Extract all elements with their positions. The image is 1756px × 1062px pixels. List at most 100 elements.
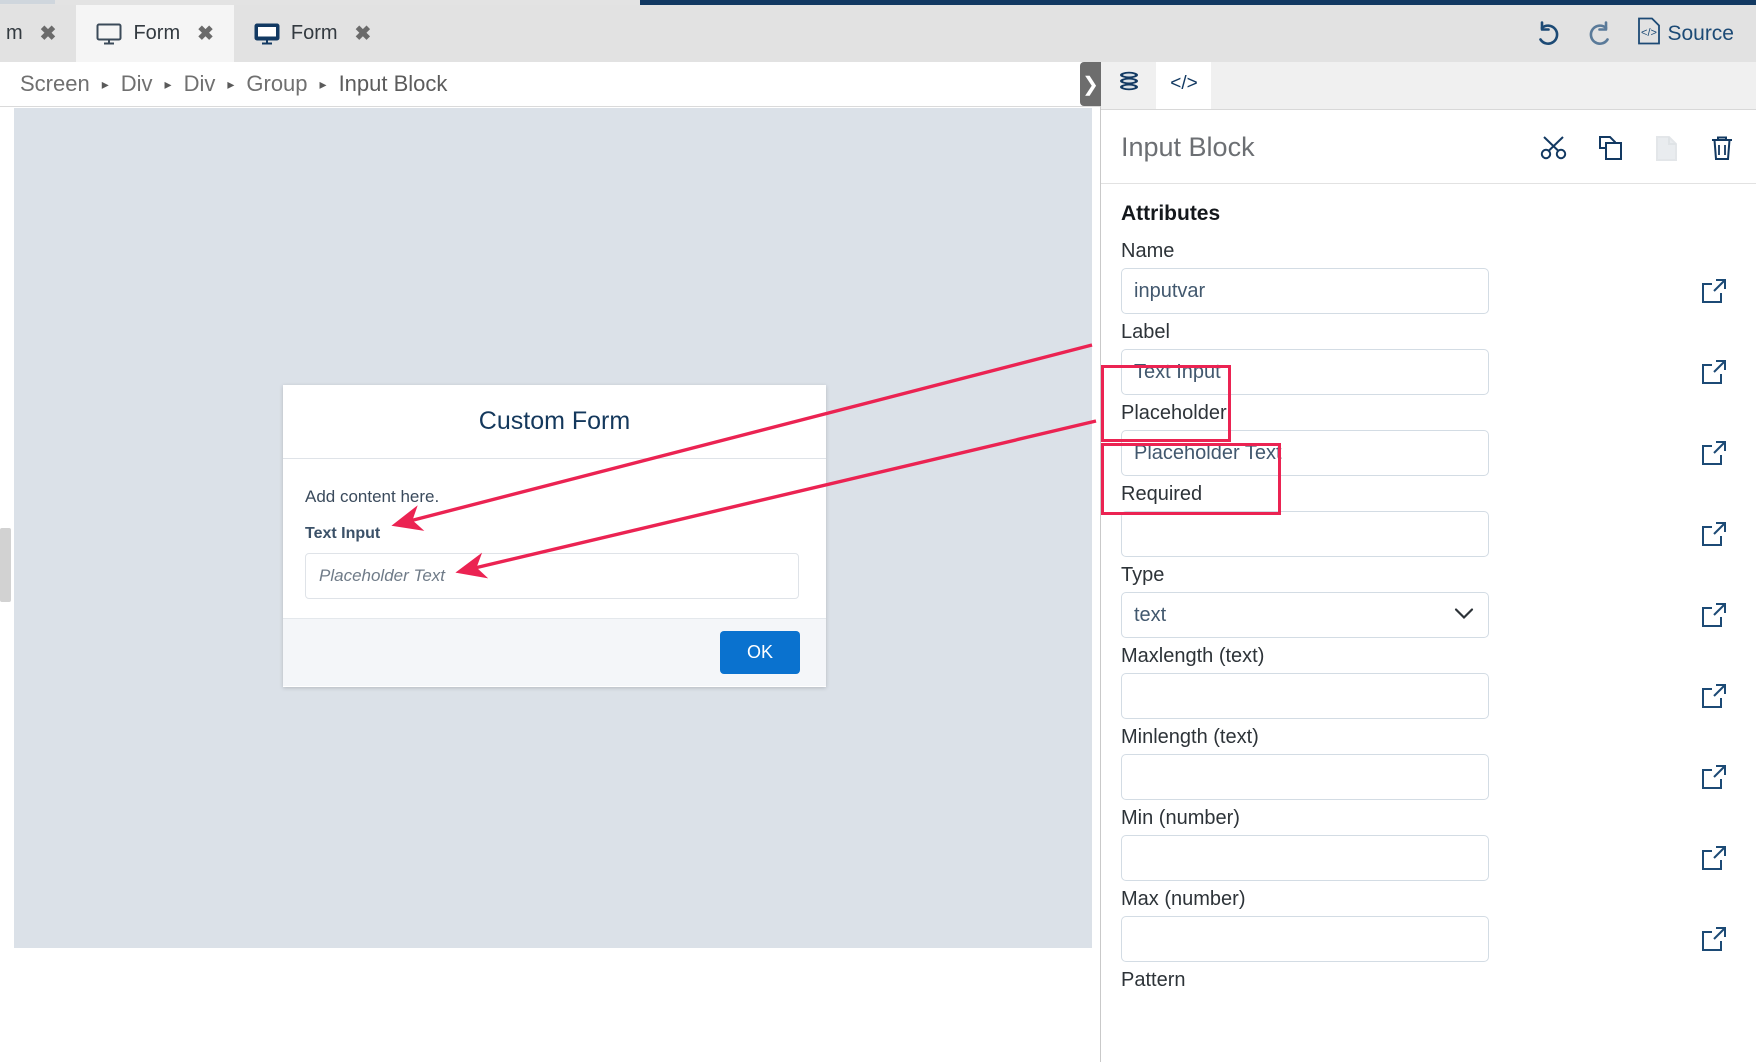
external-link-icon[interactable] bbox=[1692, 845, 1736, 881]
attr-label: Placeholder bbox=[1121, 402, 1692, 425]
copy-icon[interactable] bbox=[1596, 134, 1626, 162]
monitor-filled-icon bbox=[254, 23, 280, 45]
attr-row-name: Name inputvar bbox=[1121, 240, 1736, 314]
application-window: m ✖ Form ✖ Fo bbox=[0, 0, 1756, 1062]
redo-icon[interactable] bbox=[1585, 20, 1615, 48]
dialog-title: Custom Form bbox=[479, 407, 630, 436]
attr-row-pattern: Pattern bbox=[1121, 969, 1736, 997]
top-strip-left bbox=[0, 0, 55, 4]
chevron-down-icon bbox=[1454, 604, 1474, 627]
tab-close-icon[interactable]: ✖ bbox=[355, 24, 372, 44]
attr-label: Maxlength (text) bbox=[1121, 645, 1692, 668]
tab-item-2[interactable]: Form ✖ bbox=[234, 5, 391, 62]
attr-row-required: Required bbox=[1121, 483, 1736, 557]
panel-resize-handle[interactable] bbox=[0, 528, 11, 602]
breadcrumb-item-div-1[interactable]: Div bbox=[121, 71, 153, 97]
svg-text:</>: </> bbox=[1642, 27, 1658, 39]
attr-input-max[interactable] bbox=[1121, 916, 1489, 962]
panel-body: Attributes Name inputvar La bbox=[1101, 184, 1756, 1018]
breadcrumb-item-screen[interactable]: Screen bbox=[20, 71, 90, 97]
attr-input-maxlength[interactable] bbox=[1121, 673, 1489, 719]
tab-close-icon[interactable]: ✖ bbox=[40, 24, 57, 44]
attr-select-type[interactable]: text bbox=[1121, 592, 1489, 638]
attr-label: Min (number) bbox=[1121, 807, 1692, 830]
breadcrumb-separator: ▸ bbox=[320, 77, 327, 91]
attr-input-min[interactable] bbox=[1121, 835, 1489, 881]
delete-icon[interactable] bbox=[1708, 134, 1736, 162]
breadcrumb-item-input-block[interactable]: Input Block bbox=[339, 71, 448, 97]
attr-row-type: Type text bbox=[1121, 564, 1736, 638]
source-label: Source bbox=[1667, 22, 1734, 46]
database-icon bbox=[1115, 69, 1143, 102]
breadcrumb: Screen ▸ Div ▸ Div ▸ Group ▸ Input Block bbox=[0, 62, 1100, 107]
attr-label: Minlength (text) bbox=[1121, 726, 1692, 749]
panel-header: Input Block bbox=[1101, 110, 1756, 184]
dialog-header: Custom Form bbox=[283, 385, 826, 459]
tab-bar: m ✖ Form ✖ Fo bbox=[0, 5, 1756, 62]
panel-collapse-icon[interactable]: ❯ bbox=[1080, 62, 1101, 106]
attr-row-placeholder: Placeholder Placeholder Text bbox=[1121, 402, 1736, 476]
source-code-file-icon: </> bbox=[1637, 17, 1661, 51]
external-link-icon[interactable] bbox=[1692, 602, 1736, 638]
monitor-outline-icon bbox=[96, 23, 122, 45]
dialog-input-placeholder: Placeholder Text bbox=[319, 566, 445, 586]
attr-label: Label bbox=[1121, 321, 1692, 344]
attr-row-label: Label Text Input bbox=[1121, 321, 1736, 395]
paste-icon bbox=[1652, 134, 1682, 162]
tab-item-1[interactable]: Form ✖ bbox=[76, 5, 233, 62]
attr-input-placeholder[interactable]: Placeholder Text bbox=[1121, 430, 1489, 476]
design-canvas[interactable]: Custom Form Add content here. Text Input… bbox=[14, 108, 1092, 948]
attr-input-label[interactable]: Text Input bbox=[1121, 349, 1489, 395]
attr-label: Max (number) bbox=[1121, 888, 1692, 911]
attr-select-value: text bbox=[1134, 604, 1166, 627]
attr-label: Pattern bbox=[1121, 969, 1736, 992]
panel-title: Input Block bbox=[1121, 132, 1255, 163]
dialog-body-text: Add content here. bbox=[305, 487, 804, 507]
attributes-section-title: Attributes bbox=[1121, 202, 1736, 226]
attr-row-minlength: Minlength (text) bbox=[1121, 726, 1736, 800]
properties-panel: ❯ </> bbox=[1100, 62, 1756, 1062]
external-link-icon[interactable] bbox=[1692, 683, 1736, 719]
source-button[interactable]: </> Source bbox=[1637, 17, 1734, 51]
attr-input-minlength[interactable] bbox=[1121, 754, 1489, 800]
attr-row-min: Min (number) bbox=[1121, 807, 1736, 881]
external-link-icon[interactable] bbox=[1692, 359, 1736, 395]
external-link-icon[interactable] bbox=[1692, 278, 1736, 314]
attr-input-required[interactable] bbox=[1121, 511, 1489, 557]
attr-input-name[interactable]: inputvar bbox=[1121, 268, 1489, 314]
svg-text:</>: </> bbox=[1170, 73, 1197, 94]
breadcrumb-separator: ▸ bbox=[165, 77, 172, 91]
breadcrumb-separator: ▸ bbox=[102, 77, 109, 91]
breadcrumb-separator: ▸ bbox=[227, 77, 234, 91]
dialog-footer: OK bbox=[283, 618, 826, 686]
dialog-text-input[interactable]: Placeholder Text bbox=[305, 553, 799, 599]
ok-button[interactable]: OK bbox=[720, 631, 800, 674]
tab-close-icon[interactable]: ✖ bbox=[197, 24, 214, 44]
tab-bar-actions: </> Source bbox=[1533, 5, 1756, 62]
attr-label: Type bbox=[1121, 564, 1692, 587]
tab-data[interactable] bbox=[1101, 62, 1156, 109]
tab-item-0[interactable]: m ✖ bbox=[0, 5, 76, 62]
attr-label: Required bbox=[1121, 483, 1692, 506]
undo-icon[interactable] bbox=[1533, 20, 1563, 48]
cut-icon[interactable] bbox=[1540, 134, 1570, 162]
tab-label: Form bbox=[291, 22, 338, 45]
external-link-icon[interactable] bbox=[1692, 926, 1736, 962]
custom-form-dialog: Custom Form Add content here. Text Input… bbox=[283, 385, 826, 687]
breadcrumb-item-group[interactable]: Group bbox=[246, 71, 307, 97]
dialog-body: Add content here. Text Input Placeholder… bbox=[283, 459, 826, 618]
external-link-icon[interactable] bbox=[1692, 440, 1736, 476]
breadcrumb-item-div-2[interactable]: Div bbox=[184, 71, 216, 97]
panel-tab-bar: </> bbox=[1101, 62, 1756, 110]
attr-row-max: Max (number) bbox=[1121, 888, 1736, 962]
panel-action-bar bbox=[1540, 134, 1736, 162]
tab-label: Form bbox=[133, 22, 180, 45]
attr-label: Name bbox=[1121, 240, 1692, 263]
tab-code[interactable]: </> bbox=[1156, 62, 1211, 109]
external-link-icon[interactable] bbox=[1692, 764, 1736, 800]
code-icon: </> bbox=[1167, 70, 1201, 101]
external-link-icon[interactable] bbox=[1692, 521, 1736, 557]
attr-row-maxlength: Maxlength (text) bbox=[1121, 645, 1736, 719]
tab-label: m bbox=[6, 22, 23, 45]
dialog-input-label: Text Input bbox=[305, 525, 804, 543]
